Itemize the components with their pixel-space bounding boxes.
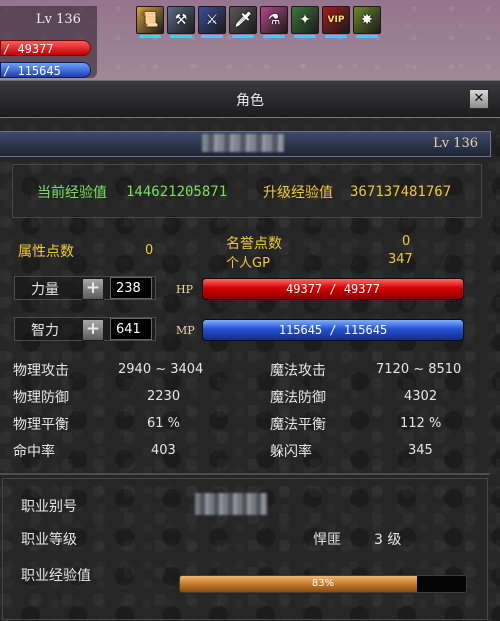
buff-bar: 📜 ⚒ ⚔ 🗡 ⚗ ✦ VIP ✸ xyxy=(136,6,381,38)
job-exp-label: 职业经验值 xyxy=(21,568,91,584)
next-exp-value: 367137481767 xyxy=(350,184,452,200)
current-exp-value: 144621205871 xyxy=(126,184,228,200)
swords-buff-icon[interactable]: ⚔ xyxy=(198,6,226,38)
potion-buff-icon-glyph: ⚗ xyxy=(267,12,281,28)
blade-buff-icon[interactable]: ✦ xyxy=(291,6,319,38)
phys-bal-label: 物理平衡 xyxy=(13,417,69,433)
phys-bal-value: 61 % xyxy=(147,416,181,431)
job-alias-redacted xyxy=(195,493,267,515)
hp-tag: HP xyxy=(176,283,193,296)
dodge-rate-label: 躲闪率 xyxy=(270,444,312,460)
window-title-bar[interactable]: 角色 ✕ xyxy=(0,81,500,118)
strength-label: 力量 xyxy=(31,282,59,298)
scroll-buff-icon-glyph: 📜 xyxy=(141,12,159,28)
hit-rate-value: 403 xyxy=(151,443,176,458)
creature-buff-icon-glyph: ✸ xyxy=(361,12,373,28)
honor-points-label: 名誉点数 xyxy=(226,236,282,252)
character-name-bar: Lv 136 xyxy=(0,131,491,157)
add-strength-button[interactable]: + xyxy=(82,278,104,300)
job-level-label: 职业等级 xyxy=(21,532,77,548)
mp-tag: MP xyxy=(176,324,195,337)
phys-def-value: 2230 xyxy=(147,389,181,404)
dodge-rate-value: 345 xyxy=(408,443,433,458)
attr-points-label: 属性点数 xyxy=(18,244,74,260)
close-button[interactable]: ✕ xyxy=(469,89,489,109)
current-exp-label: 当前经验值 xyxy=(37,185,107,201)
hp-bar: 49377 / 49377 xyxy=(202,278,464,300)
mini-status-panel: Lv 136 / 49377 / 115645 xyxy=(0,6,97,78)
mag-def-value: 4302 xyxy=(404,389,438,404)
job-rank-name: 悍匪 xyxy=(313,532,341,548)
job-exp-percent: 83% xyxy=(311,578,335,589)
mini-mp-bar: / 115645 xyxy=(0,62,91,78)
mini-hp-bar: / 49377 xyxy=(0,40,91,56)
phys-def-label: 物理防御 xyxy=(13,390,69,406)
job-exp-bar: 83% xyxy=(179,575,467,593)
mp-bar: 115645 / 115645 xyxy=(202,319,464,341)
section-divider xyxy=(0,473,490,475)
creature-buff-icon[interactable]: ✸ xyxy=(353,6,381,38)
next-exp-label: 升级经验值 xyxy=(263,185,333,201)
personal-gp-label: 个人GP xyxy=(226,256,270,271)
blade-buff-icon-glyph: ✦ xyxy=(299,12,311,28)
mag-def-label: 魔法防御 xyxy=(270,390,326,406)
honor-points-value: 0 xyxy=(402,234,411,249)
intelligence-value: 641 xyxy=(110,318,152,340)
hammer-buff-icon[interactable]: ⚒ xyxy=(167,6,195,38)
experience-panel: 当前经验值 144621205871 升级经验值 367137481767 xyxy=(12,164,482,218)
phys-atk-value: 2940 ~ 3404 xyxy=(118,362,204,377)
attr-points-value: 0 xyxy=(145,243,154,258)
character-window: 角色 ✕ Lv 136 当前经验值 144621205871 升级经验值 367… xyxy=(0,80,500,621)
job-rank-level: 3 级 xyxy=(374,532,402,548)
window-title: 角色 xyxy=(236,93,264,109)
scroll-buff-icon[interactable]: 📜 xyxy=(136,6,164,38)
swords-buff-icon-glyph: ⚔ xyxy=(205,12,219,28)
character-name-redacted xyxy=(202,134,284,152)
personal-gp-value: 347 xyxy=(388,252,413,267)
mini-level: Lv 136 xyxy=(36,12,81,27)
mag-atk-value: 7120 ~ 8510 xyxy=(376,362,462,377)
hit-rate-label: 命中率 xyxy=(13,444,55,460)
mag-atk-label: 魔法攻击 xyxy=(270,363,326,379)
attributes-panel: 属性点数 0 名誉点数 0 个人GP 347 力量 + 238 HP 49377… xyxy=(0,221,490,471)
dagger-buff-icon-glyph: 🗡 xyxy=(234,12,252,28)
job-panel: 职业别号 职业等级 悍匪 3 级 职业经验值 83% xyxy=(2,478,488,620)
vip-buff-icon-glyph: VIP xyxy=(327,15,345,25)
phys-atk-label: 物理攻击 xyxy=(13,363,69,379)
dagger-buff-icon[interactable]: 🗡 xyxy=(229,6,257,38)
vip-buff-icon[interactable]: VIP xyxy=(322,6,350,38)
add-intelligence-button[interactable]: + xyxy=(82,319,104,341)
strength-value: 238 xyxy=(110,277,152,299)
job-alias-label: 职业别号 xyxy=(21,499,77,515)
mag-bal-value: 112 % xyxy=(400,416,442,431)
potion-buff-icon[interactable]: ⚗ xyxy=(260,6,288,38)
hammer-buff-icon-glyph: ⚒ xyxy=(174,12,188,28)
character-level: Lv 136 xyxy=(433,136,478,151)
mag-bal-label: 魔法平衡 xyxy=(270,417,326,433)
intelligence-label: 智力 xyxy=(31,323,59,339)
